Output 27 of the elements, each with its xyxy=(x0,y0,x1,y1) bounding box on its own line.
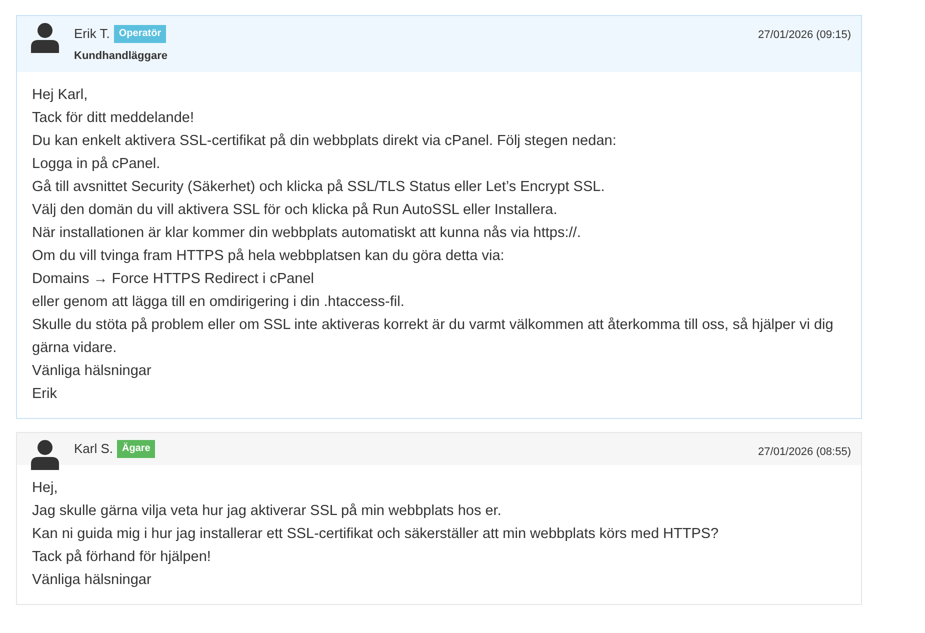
message-text: Gå till avsnittet Security (Säkerhet) och klicka på SSL/TLS Status eller Let’s Encrypt SSL. xyxy=(32,178,606,197)
author-name: Karl S. xyxy=(74,441,114,456)
message-text: Domains → Force HTTPS Redirect i cPanel xyxy=(32,270,316,289)
role-badge: Ägare xyxy=(117,440,156,458)
role-badge: Operatör xyxy=(114,24,166,42)
message-text: Skulle du stöta på problem eller om SSL inte aktiveras korrekt är du varmt välkommen att återkomma till oss, så hjälper vi dig gärna vidare. xyxy=(32,316,834,358)
user-silhouette-icon xyxy=(31,23,59,53)
user-silhouette-icon xyxy=(31,440,59,470)
message-text: eller genom att lägga till en omdirigering i din .htaccess-fil. xyxy=(32,293,406,312)
message-date: 27/01/2026 (08:55) xyxy=(758,445,851,459)
message-text: Om du vill tvinga fram HTTPS på hela webbplatsen kan du göra detta via: xyxy=(32,247,506,266)
message-text: Välj den domän du vill aktivera SSL för och klicka på Run AutoSSL eller Installera. xyxy=(32,201,558,220)
message-text: Erik xyxy=(32,385,58,404)
message-text: Vänliga hälsningar xyxy=(32,571,152,590)
author-name: Erik T. xyxy=(74,26,110,41)
message-text: Logga in på cPanel. xyxy=(32,155,162,174)
author-title: Kundhandläggare xyxy=(74,49,168,63)
message-text: Tack för ditt meddelande! xyxy=(32,109,196,128)
message-text: Tack på förhand för hjälpen! xyxy=(32,548,212,567)
message-text: Vänliga hälsningar xyxy=(32,362,152,381)
message-text: När installationen är klar kommer din webbplats automatiskt att kunna nås via https://. xyxy=(32,224,582,243)
message-text: Du kan enkelt aktivera SSL-certifikat på din webbplats direkt via cPanel. Följ stegen nedan: xyxy=(32,132,618,151)
message-text: Hej, xyxy=(32,479,59,498)
message-date: 27/01/2026 (09:15) xyxy=(758,28,851,42)
message-text: Kan ni guida mig i hur jag installerar ett SSL-certifikat och säkerställer att min webbplats körs med HTTPS? xyxy=(32,525,720,544)
message-text: Hej Karl, xyxy=(32,86,89,105)
message-text: Jag skulle gärna vilja veta hur jag aktiverar SSL på min webbplats hos er. xyxy=(32,502,502,521)
